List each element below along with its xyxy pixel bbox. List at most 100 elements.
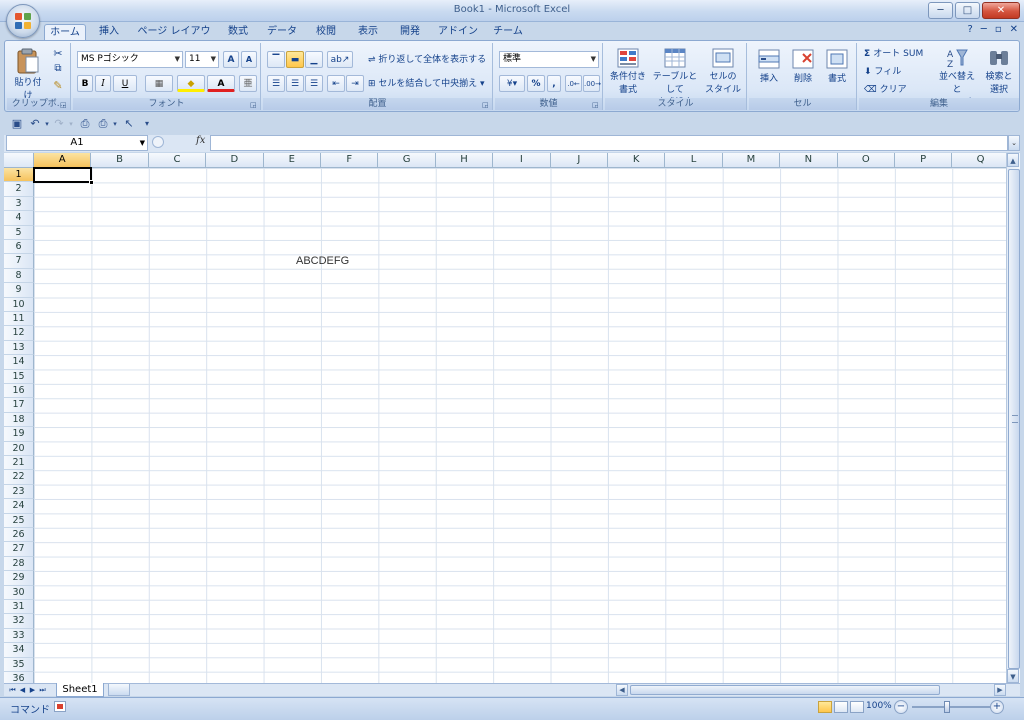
prev-sheet-icon[interactable]: ◀ xyxy=(18,685,27,695)
comma-button[interactable]: , xyxy=(547,75,561,92)
italic-button[interactable]: I xyxy=(95,75,111,92)
cell-grid[interactable]: ABCDEFG xyxy=(34,168,1006,683)
minimize-button[interactable]: ─ xyxy=(928,2,953,19)
column-header-k[interactable]: K xyxy=(608,153,666,168)
column-header-g[interactable]: G xyxy=(378,153,436,168)
workbook-close-button[interactable]: ✕ xyxy=(1010,24,1018,35)
print-dropdown-icon[interactable]: ▾ xyxy=(108,117,122,131)
fill-handle[interactable] xyxy=(89,180,94,185)
grow-font-button[interactable]: A xyxy=(223,51,239,68)
row-header-19[interactable]: 19 xyxy=(4,427,34,442)
scroll-right-icon[interactable]: ▶ xyxy=(994,684,1006,696)
row-header-11[interactable]: 11 xyxy=(4,312,34,327)
name-box[interactable]: A1 ▼ xyxy=(6,135,148,151)
font-color-button[interactable]: A xyxy=(207,75,235,92)
horizontal-scrollbar[interactable]: ◀ ▶ xyxy=(608,684,1008,696)
pointer-icon[interactable]: ↖ xyxy=(122,117,136,131)
insert-cells-button[interactable]: 挿入 xyxy=(753,47,785,84)
align-top-button[interactable]: ▔ xyxy=(267,51,285,68)
decrease-indent-button[interactable]: ⇤ xyxy=(327,75,345,92)
clear-button[interactable]: ⌫ クリア xyxy=(863,81,923,98)
vertical-scrollbar[interactable]: ▲ ▼ xyxy=(1006,153,1020,683)
column-header-b[interactable]: B xyxy=(91,153,149,168)
page-break-view-icon[interactable] xyxy=(850,701,864,713)
delete-cells-button[interactable]: 削除 xyxy=(787,47,819,84)
scroll-left-icon[interactable]: ◀ xyxy=(616,684,628,696)
wrap-text-button[interactable]: ⇌ 折り返して全体を表示する xyxy=(367,51,491,68)
column-header-m[interactable]: M xyxy=(722,153,781,168)
workbook-minimize-button[interactable]: ─ xyxy=(981,24,987,35)
cell-e6[interactable]: ABCDEFG xyxy=(296,255,349,267)
customize-qat-icon[interactable]: ▾ xyxy=(140,117,154,131)
page-layout-view-icon[interactable] xyxy=(834,701,848,713)
tab-view[interactable]: 表示 xyxy=(350,24,386,41)
bold-button[interactable]: B xyxy=(77,75,93,92)
row-header-28[interactable]: 28 xyxy=(4,556,34,572)
font-name-combo[interactable]: MS Pゴシック ▼ xyxy=(77,51,183,68)
row-header-32[interactable]: 32 xyxy=(4,614,34,629)
column-header-l[interactable]: L xyxy=(665,153,723,168)
row-header-29[interactable]: 29 xyxy=(4,571,34,586)
next-sheet-icon[interactable]: ▶ xyxy=(28,685,37,695)
last-sheet-icon[interactable]: ⏭ xyxy=(38,685,47,695)
accounting-format-button[interactable]: ¥▾ xyxy=(499,75,525,92)
number-launcher-icon[interactable]: ◲ xyxy=(592,101,600,109)
column-header-c[interactable]: C xyxy=(148,153,207,168)
print-preview-icon[interactable]: ⎙ xyxy=(78,117,92,131)
alignment-launcher-icon[interactable]: ◲ xyxy=(482,101,490,109)
vertical-scroll-thumb[interactable] xyxy=(1008,169,1020,669)
find-select-button[interactable]: 検索と 選択 xyxy=(981,47,1017,95)
column-header-h[interactable]: H xyxy=(435,153,494,168)
underline-button[interactable]: U xyxy=(113,75,137,92)
tab-developer[interactable]: 開発 xyxy=(392,24,428,41)
row-header-31[interactable]: 31 xyxy=(4,600,34,615)
column-header-o[interactable]: O xyxy=(837,153,895,168)
cut-icon[interactable]: ✂ xyxy=(51,47,65,60)
active-cell-a1[interactable] xyxy=(33,167,94,185)
row-header-35[interactable]: 35 xyxy=(4,657,34,672)
tab-team[interactable]: チーム xyxy=(488,24,528,41)
row-header-15[interactable]: 15 xyxy=(4,369,34,384)
autosum-button[interactable]: Σ オート SUM xyxy=(863,45,939,62)
workbook-restore-button[interactable]: ▫ xyxy=(995,24,1002,35)
tab-formulas[interactable]: 数式 xyxy=(220,24,256,41)
format-painter-icon[interactable]: ✎ xyxy=(51,79,65,92)
tab-home[interactable]: ホーム xyxy=(44,24,86,41)
phonetic-button[interactable]: 亜 xyxy=(239,75,257,92)
sheet-tab-sheet1[interactable]: Sheet1 xyxy=(56,683,104,697)
scroll-down-icon[interactable]: ▼ xyxy=(1007,669,1019,683)
tab-page-layout[interactable]: ページ レイアウト xyxy=(136,24,212,53)
row-header-23[interactable]: 23 xyxy=(4,484,34,500)
decrease-decimal-button[interactable]: .00→ xyxy=(583,75,601,92)
first-sheet-icon[interactable]: ⏮ xyxy=(8,685,17,695)
shrink-font-button[interactable]: A xyxy=(241,51,257,68)
row-header-16[interactable]: 16 xyxy=(4,384,34,399)
row-header-34[interactable]: 34 xyxy=(4,643,34,658)
row-header-25[interactable]: 25 xyxy=(4,513,34,528)
row-header-3[interactable]: 3 xyxy=(4,196,34,212)
help-icon[interactable]: ? xyxy=(967,24,972,35)
row-header-9[interactable]: 9 xyxy=(4,283,34,298)
row-header-5[interactable]: 5 xyxy=(4,225,34,240)
tab-review[interactable]: 校閲 xyxy=(308,24,344,41)
row-header-22[interactable]: 22 xyxy=(4,470,34,485)
tab-data[interactable]: データ xyxy=(262,24,302,41)
column-header-f[interactable]: F xyxy=(321,153,379,168)
copy-icon[interactable]: ⧉ xyxy=(51,63,65,74)
row-header-12[interactable]: 12 xyxy=(4,326,34,341)
select-all-button[interactable] xyxy=(4,153,34,168)
row-header-6[interactable]: 6 xyxy=(4,240,34,255)
row-header-14[interactable]: 14 xyxy=(4,355,34,370)
row-header-21[interactable]: 21 xyxy=(4,456,34,471)
align-middle-button[interactable]: ▬ xyxy=(286,51,304,68)
paste-button[interactable]: 貼り付け xyxy=(11,47,45,101)
column-header-n[interactable]: N xyxy=(780,153,838,168)
row-header-24[interactable]: 24 xyxy=(4,499,34,514)
align-bottom-button[interactable]: ▁ xyxy=(305,51,323,68)
insert-function-button[interactable]: fx xyxy=(152,135,208,151)
clipboard-launcher-icon[interactable]: ◲ xyxy=(60,101,68,109)
column-header-j[interactable]: J xyxy=(550,153,608,168)
align-left-button[interactable]: ☰ xyxy=(267,75,285,92)
scroll-up-icon[interactable]: ▲ xyxy=(1007,153,1019,167)
row-header-33[interactable]: 33 xyxy=(4,628,34,644)
